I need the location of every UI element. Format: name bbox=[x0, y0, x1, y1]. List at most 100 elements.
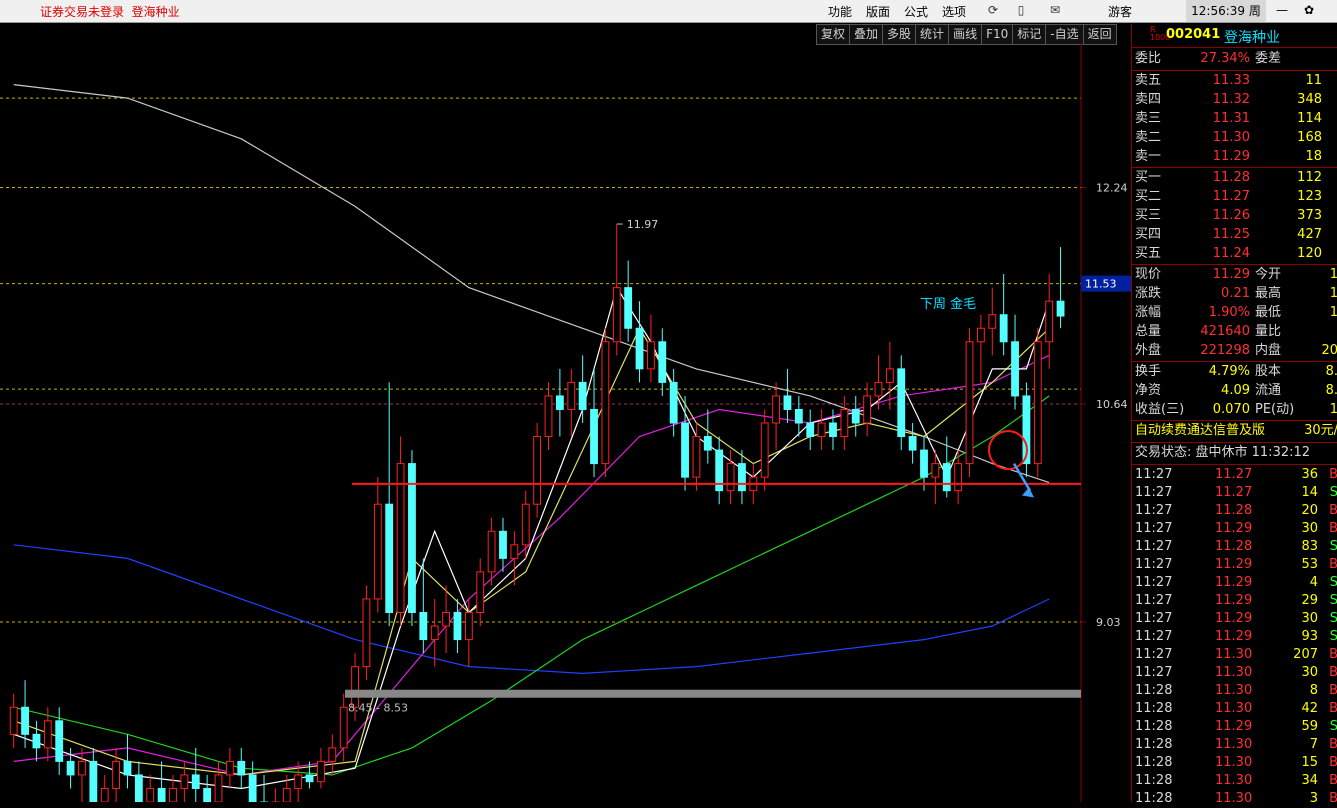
candle-body bbox=[965, 341, 974, 465]
chart-grid bbox=[0, 44, 1082, 802]
candles bbox=[9, 224, 1065, 802]
candle-body bbox=[794, 408, 803, 424]
candle-body bbox=[510, 544, 519, 559]
candle-body bbox=[920, 449, 928, 478]
tick-row: 11:27 11.27 14 S bbox=[1135, 485, 1337, 500]
candle-body bbox=[305, 774, 314, 783]
tick-row: 11:27 11.29 4 S bbox=[1135, 575, 1337, 590]
candle-body bbox=[954, 463, 963, 492]
candle-body bbox=[134, 774, 143, 802]
settings-icon[interactable]: ✿ bbox=[1304, 3, 1314, 17]
ma-magenta bbox=[13, 354, 1050, 776]
ma-blue bbox=[13, 544, 1050, 675]
btn-stats[interactable]: 统计 bbox=[915, 24, 949, 45]
guest-user[interactable]: 游客 bbox=[1108, 3, 1132, 20]
candle-body bbox=[373, 503, 382, 600]
fin-row: 换手 4.79% 股本 8. bbox=[1135, 364, 1337, 379]
candle-body bbox=[908, 436, 917, 451]
candle-body bbox=[544, 395, 553, 438]
ma-white bbox=[13, 286, 1050, 790]
phone-icon[interactable]: ▯ bbox=[1014, 3, 1028, 17]
sell-level: 卖五 11.33 11 bbox=[1135, 73, 1322, 88]
arrow-head bbox=[1022, 487, 1034, 498]
candle-body bbox=[214, 774, 223, 802]
tick-row: 11:27 11.27 36 B bbox=[1135, 467, 1337, 482]
btn-fuquan[interactable]: 复权 bbox=[816, 24, 850, 45]
refresh-icon[interactable]: ⟳ bbox=[986, 3, 1000, 17]
candle-body bbox=[806, 422, 815, 438]
candle-body bbox=[1045, 300, 1054, 343]
kline-chart[interactable]: 8.45 - 8.53 11.97 下周 金毛 12.24 10.64 9.03 11.5… bbox=[0, 44, 1131, 802]
title-bar: 证券交易未登录 登海种业 功能 版面 公式 选项 ⟳ ▯ ✉ 游客 12:56:… bbox=[0, 0, 1337, 40]
ad-row[interactable]: 自动续费通达信普及版 30元/ bbox=[1135, 422, 1337, 440]
axis-label: 10.64 bbox=[1096, 398, 1128, 411]
candle-body bbox=[78, 760, 86, 776]
candle-body bbox=[829, 422, 837, 438]
candle-body bbox=[783, 395, 792, 410]
btn-overlay[interactable]: 叠加 bbox=[849, 24, 883, 45]
tick-row: 11:28 11.30 3 B bbox=[1135, 791, 1337, 806]
fin-row: 收益(三) 0.070 PE(动) 1 bbox=[1135, 402, 1337, 417]
candle-body bbox=[897, 368, 906, 438]
high-marker-label: 11.97 bbox=[627, 218, 659, 231]
candle-body bbox=[21, 706, 29, 735]
candle-body bbox=[408, 463, 416, 613]
candle-body bbox=[499, 530, 507, 559]
candle-body bbox=[237, 760, 246, 776]
buy-level: 买三 11.26 373 bbox=[1135, 208, 1322, 223]
candle-body bbox=[567, 381, 576, 410]
candle-body bbox=[339, 706, 348, 749]
candle-body bbox=[1033, 341, 1042, 465]
candle-body bbox=[521, 503, 530, 546]
tick-row: 11:27 11.29 29 S bbox=[1135, 593, 1337, 608]
tick-row: 11:28 11.30 34 B bbox=[1135, 773, 1337, 788]
candle-body bbox=[669, 381, 678, 424]
axis-label: 12.24 bbox=[1096, 181, 1128, 194]
menu-layout[interactable]: 版面 bbox=[866, 3, 890, 20]
ma-yellow bbox=[13, 327, 1050, 776]
tick-row: 11:27 11.28 20 B bbox=[1135, 503, 1337, 518]
mail-icon[interactable]: ✉ bbox=[1048, 3, 1062, 17]
candle-body bbox=[851, 408, 860, 424]
btn-back[interactable]: 返回 bbox=[1082, 24, 1117, 45]
menu-formula[interactable]: 公式 bbox=[904, 3, 928, 20]
quote-panel: R 1000 002041 登海种业 委比 27.34% 委差 卖五 11.33 11… bbox=[1131, 24, 1337, 806]
stock-name[interactable]: 登海种业 bbox=[1224, 27, 1280, 47]
candle-body bbox=[146, 787, 155, 802]
menu-function[interactable]: 功能 bbox=[828, 3, 852, 20]
candle-body bbox=[658, 341, 667, 383]
candle-body bbox=[817, 422, 826, 438]
candle-body bbox=[988, 314, 997, 329]
minimize-icon[interactable]: — bbox=[1276, 3, 1288, 17]
tick-row: 11:28 11.30 42 B bbox=[1135, 701, 1337, 716]
candle-body bbox=[169, 787, 177, 802]
btn-mark[interactable]: 标记 bbox=[1012, 24, 1046, 45]
candle-body bbox=[726, 463, 735, 492]
candle-body bbox=[772, 395, 780, 424]
candle-body bbox=[180, 774, 189, 789]
candle-body bbox=[385, 503, 394, 614]
candle-body bbox=[635, 327, 644, 370]
candle-body bbox=[555, 395, 564, 410]
btn-f10[interactable]: F10 bbox=[981, 24, 1013, 45]
candle-body bbox=[442, 612, 451, 627]
stock-code[interactable]: 002041 bbox=[1166, 27, 1220, 42]
candle-body bbox=[840, 408, 849, 438]
stat-row: 涨跌 0.21 最高 1 bbox=[1135, 286, 1337, 301]
candle-body bbox=[612, 287, 621, 343]
tick-row: 11:28 11.30 8 B bbox=[1135, 683, 1337, 698]
candle-body bbox=[225, 760, 234, 776]
candle-body bbox=[203, 787, 212, 802]
menu-options[interactable]: 选项 bbox=[942, 3, 966, 20]
tick-row: 11:27 11.30 30 B bbox=[1135, 665, 1337, 680]
btn-draw[interactable]: 画线 bbox=[948, 24, 982, 45]
candle-body bbox=[100, 787, 109, 802]
highlight-circle bbox=[988, 430, 1028, 471]
btn-multi[interactable]: 多股 bbox=[882, 24, 916, 45]
candle-body bbox=[9, 706, 18, 735]
stat-row: 涨幅 1.90% 最低 1 bbox=[1135, 305, 1337, 320]
tick-row: 11:28 11.29 59 S bbox=[1135, 719, 1337, 734]
btn-watchlist[interactable]: -自选 bbox=[1045, 24, 1083, 45]
candle-body bbox=[863, 395, 872, 424]
candle-body bbox=[396, 463, 405, 613]
